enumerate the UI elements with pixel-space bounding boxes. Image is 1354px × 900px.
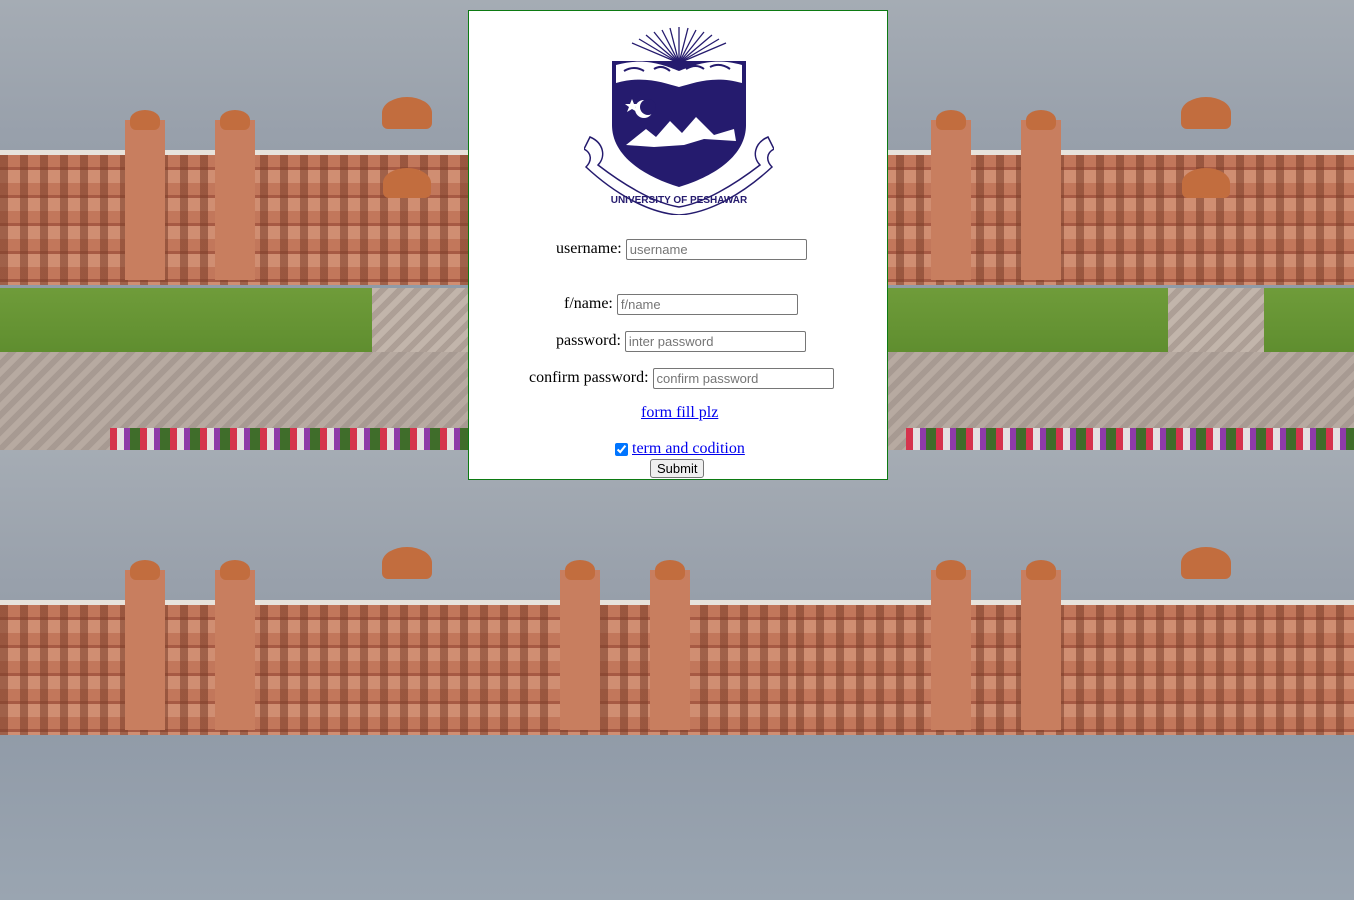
submit-button[interactable]: Submit	[650, 459, 705, 478]
username-row: username:	[556, 239, 807, 260]
terms-link[interactable]: term and codition	[632, 440, 745, 457]
confirm-password-input[interactable]	[652, 368, 834, 389]
background-tile	[796, 450, 1354, 900]
password-input[interactable]	[624, 331, 806, 352]
terms-row: term and codition	[615, 440, 745, 458]
signup-form-panel: UNIVERSITY OF PESHAWAR username: f/name:…	[468, 10, 888, 480]
fname-label: f/name:	[564, 295, 613, 313]
terms-checkbox[interactable]	[615, 442, 628, 456]
username-input[interactable]	[625, 239, 807, 260]
fname-input[interactable]	[616, 294, 798, 315]
svg-text:UNIVERSITY OF PESHAWAR: UNIVERSITY OF PESHAWAR	[611, 195, 748, 206]
fname-row: f/name:	[564, 294, 798, 315]
university-of-peshawar-crest-icon: UNIVERSITY OF PESHAWAR	[584, 27, 774, 215]
password-row: password:	[556, 331, 806, 352]
confirm-password-row: confirm password:	[529, 368, 834, 389]
confirm-password-label: confirm password:	[529, 369, 649, 387]
password-label: password:	[556, 332, 621, 350]
submit-row: Submit	[650, 459, 705, 478]
background-tile	[0, 450, 796, 900]
form-fill-row: form fill plz	[641, 404, 718, 422]
form-fill-link[interactable]: form fill plz	[641, 404, 718, 421]
username-label: username:	[556, 240, 622, 258]
